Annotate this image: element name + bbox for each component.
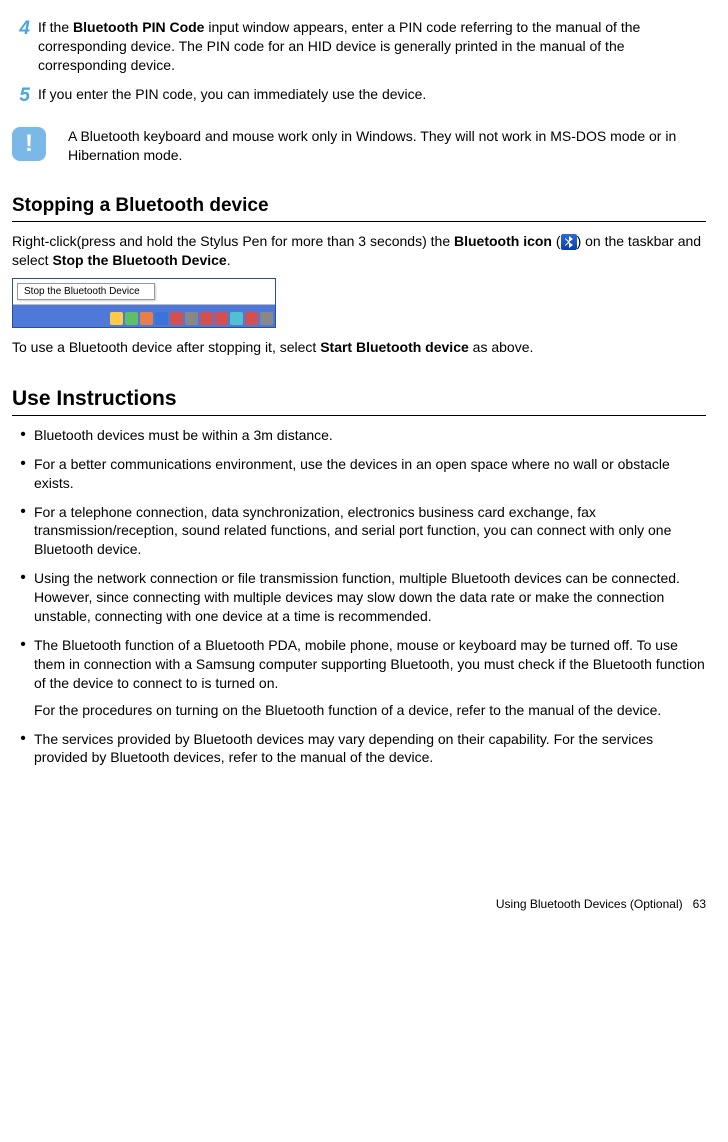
tray-icon	[110, 312, 123, 325]
tray-icon	[245, 312, 258, 325]
list-item: • The Bluetooth function of a Bluetooth …	[12, 636, 706, 720]
note-icon: !	[12, 127, 46, 161]
step-number: 5	[12, 85, 38, 108]
bullet-icon: •	[12, 503, 34, 560]
screenshot-panel: Stop the Bluetooth Device	[13, 279, 275, 305]
step-number: 4	[12, 18, 38, 75]
tray-icon	[260, 312, 273, 325]
bullet-icon: •	[12, 636, 34, 720]
step-text: If you enter the PIN code, you can immed…	[38, 85, 706, 108]
tray-icon	[125, 312, 138, 325]
stopping-paragraph-1: Right-click(press and hold the Stylus Pe…	[12, 232, 706, 270]
exclamation-icon: !	[25, 130, 33, 158]
tray-icon	[170, 312, 183, 325]
footer-section-title: Using Bluetooth Devices (Optional)	[496, 897, 683, 911]
system-tray	[110, 312, 273, 325]
list-item: • For a telephone connection, data synch…	[12, 503, 706, 560]
tray-icon	[200, 312, 213, 325]
section-heading-instructions: Use Instructions	[12, 387, 706, 411]
stopping-paragraph-2: To use a Bluetooth device after stopping…	[12, 338, 706, 357]
list-item: • For a better communications environmen…	[12, 455, 706, 493]
taskbar-screenshot: Stop the Bluetooth Device	[12, 278, 276, 328]
divider	[12, 415, 706, 416]
divider	[12, 221, 706, 222]
bluetooth-icon	[561, 234, 577, 250]
section-heading-stopping: Stopping a Bluetooth device	[12, 195, 706, 217]
tray-icon	[185, 312, 198, 325]
tray-icon	[155, 312, 168, 325]
tray-icon	[230, 312, 243, 325]
list-item: • Bluetooth devices must be within a 3m …	[12, 426, 706, 445]
note-callout: ! A Bluetooth keyboard and mouse work on…	[12, 127, 706, 165]
bullet-icon: •	[12, 426, 34, 445]
tray-icon	[215, 312, 228, 325]
tray-icon	[140, 312, 153, 325]
bullet-icon: •	[12, 730, 34, 768]
step-4: 4 If the Bluetooth PIN Code input window…	[12, 18, 706, 75]
list-item: • Using the network connection or file t…	[12, 569, 706, 626]
page-footer: Using Bluetooth Devices (Optional) 63	[12, 897, 706, 921]
note-text: A Bluetooth keyboard and mouse work only…	[68, 127, 706, 165]
context-menu-item: Stop the Bluetooth Device	[17, 283, 155, 300]
page-number: 63	[693, 897, 706, 911]
step-text: If the Bluetooth PIN Code input window a…	[38, 18, 706, 75]
step-5: 5 If you enter the PIN code, you can imm…	[12, 85, 706, 108]
bullet-icon: •	[12, 569, 34, 626]
bullet-icon: •	[12, 455, 34, 493]
list-item: • The services provided by Bluetooth dev…	[12, 730, 706, 768]
instructions-list: • Bluetooth devices must be within a 3m …	[12, 426, 706, 767]
